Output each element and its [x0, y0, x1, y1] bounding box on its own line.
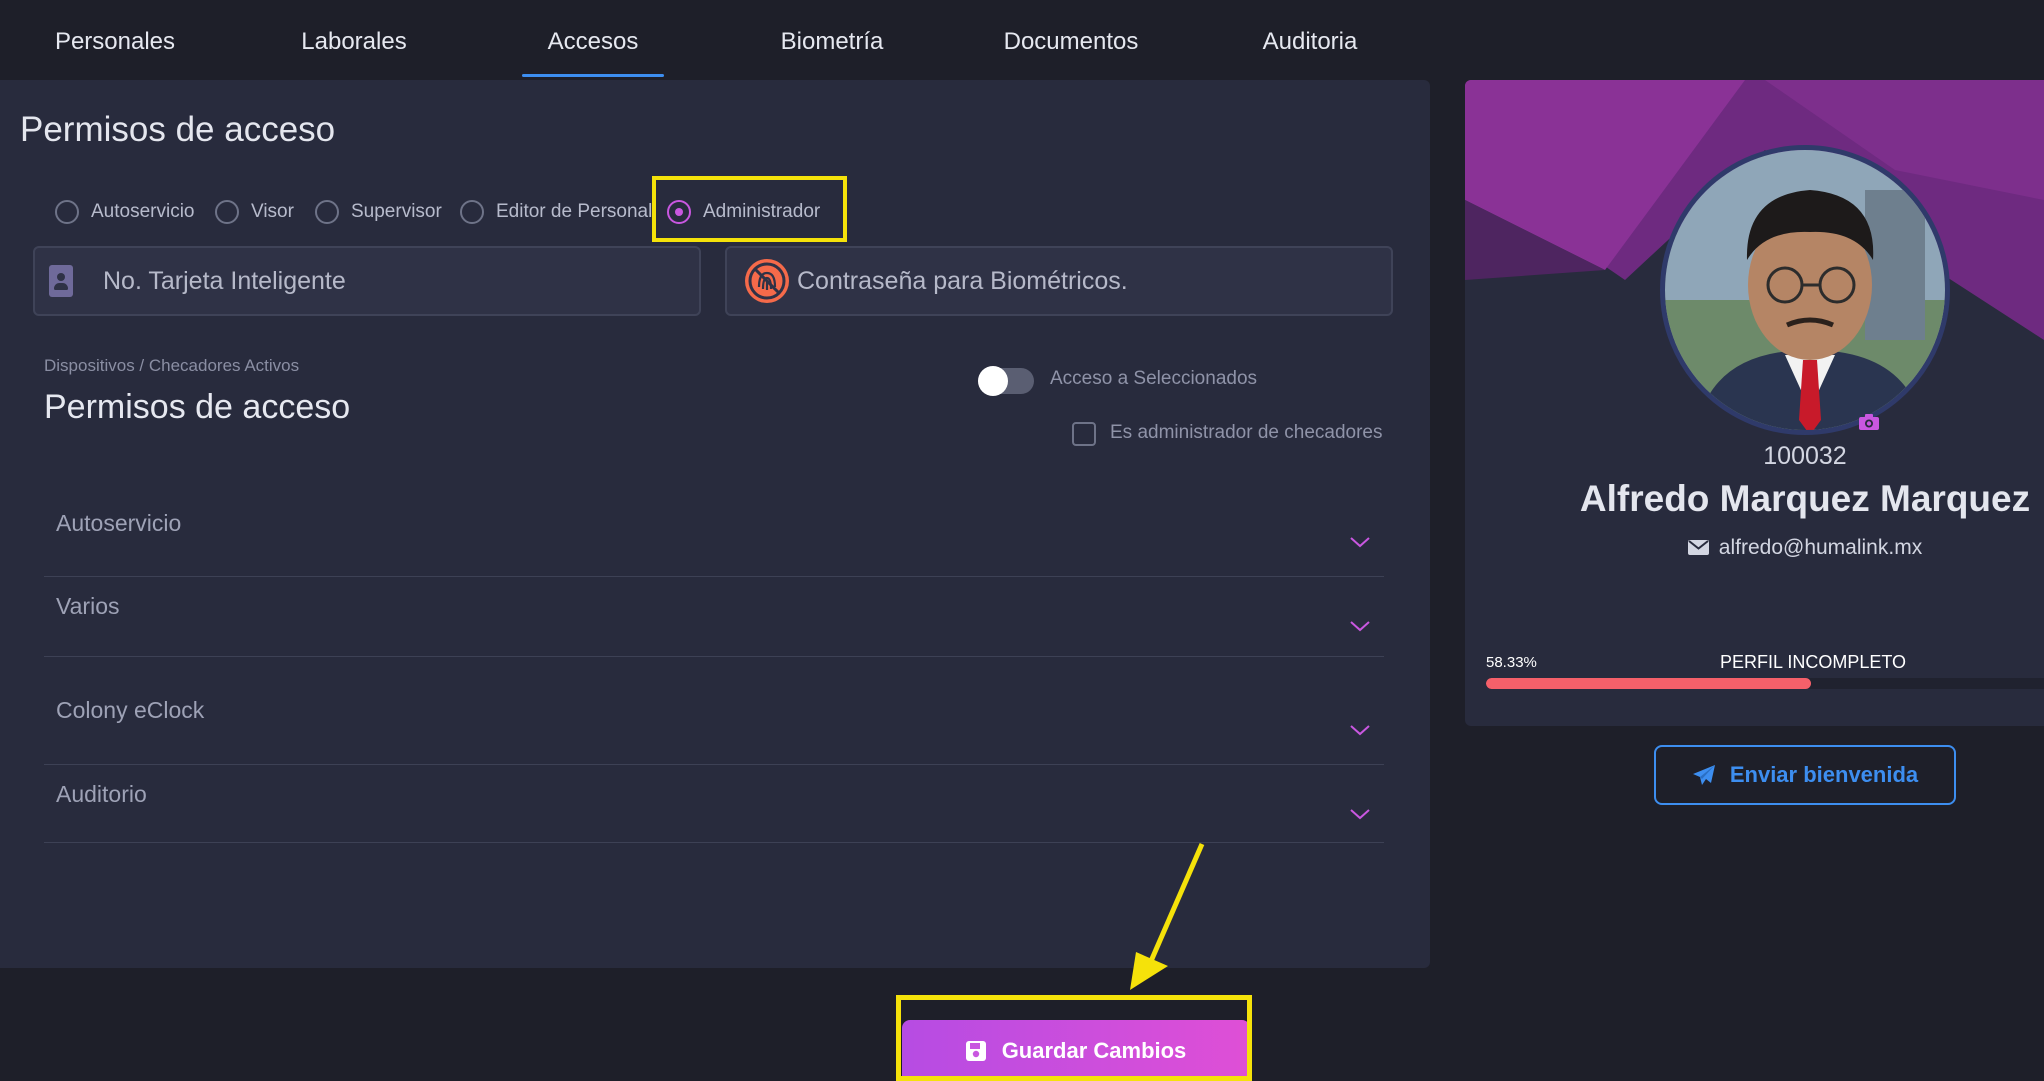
accordion-label: Autoservicio: [56, 510, 182, 536]
accordion-auditorio[interactable]: Auditorio: [44, 765, 1384, 843]
tab-laborales[interactable]: Laborales: [244, 28, 464, 56]
profile-status: PERFIL INCOMPLETO: [1720, 652, 1907, 672]
tab-documentos[interactable]: Documentos: [961, 28, 1181, 56]
access-selected-toggle[interactable]: [978, 366, 1034, 396]
accordion-label: Auditorio: [56, 781, 147, 807]
employee-email: alfredo@humalink.mx: [1718, 536, 1923, 559]
paper-plane-icon: [1692, 765, 1715, 785]
accordion-autoservicio[interactable]: Autoservicio: [44, 480, 1384, 577]
role-radio-editor-de-personal[interactable]: Editor de Personal: [460, 192, 652, 232]
id-badge-icon: [49, 265, 73, 297]
email-row: alfredo@humalink.mx: [1465, 536, 2044, 560]
floppy-disk-icon: [965, 1040, 986, 1061]
tab-biometria[interactable]: Biometría: [722, 28, 942, 56]
tab-accesos[interactable]: Accesos: [483, 28, 703, 56]
annotation-arrow: [1130, 843, 1205, 990]
role-label: Editor de Personal: [496, 201, 653, 222]
role-label: Supervisor: [351, 201, 442, 222]
radio-circle: [460, 200, 484, 224]
profile-progress-bar: [1486, 678, 2044, 689]
accordion-varios[interactable]: Varios: [44, 577, 1384, 657]
checker-admin-checkbox[interactable]: [1072, 422, 1096, 446]
fingerprint-disabled-icon: [745, 259, 789, 303]
camera-icon[interactable]: [1858, 413, 1880, 431]
highlight-box: [652, 176, 847, 242]
checkbox-label: Es administrador de checadores: [1110, 422, 1383, 443]
accordion-colony-eclock[interactable]: Colony eClock: [44, 657, 1384, 765]
send-welcome-label: Enviar bienvenida: [1729, 762, 1919, 787]
role-label: Visor: [251, 201, 294, 222]
active-tab-indicator: [522, 74, 664, 77]
toggle-knob: [978, 366, 1008, 396]
role-radio-autoservicio[interactable]: Autoservicio: [55, 192, 195, 232]
save-changes-button[interactable]: Guardar Cambios: [902, 1020, 1250, 1081]
chevron-down-icon: [1350, 537, 1370, 548]
save-changes-label: Guardar Cambios: [1001, 1037, 1187, 1063]
chevron-down-icon: [1350, 621, 1370, 632]
employee-number: 100032: [1763, 442, 1847, 470]
employee-name: Alfredo Marquez Marquez: [1579, 478, 2031, 519]
devices-title: Permisos de acceso: [44, 388, 351, 426]
envelope-icon: [1687, 540, 1709, 555]
accordion-label: Varios: [56, 593, 120, 619]
role-radio-supervisor[interactable]: Supervisor: [315, 192, 442, 232]
chevron-down-icon: [1350, 809, 1370, 820]
chevron-down-icon: [1350, 725, 1370, 736]
role-label: Autoservicio: [91, 201, 195, 222]
breadcrumb: Dispositivos / Checadores Activos: [44, 356, 300, 375]
biometric-password-placeholder: Contraseña para Biométricos.: [797, 266, 1128, 295]
tab-auditoria[interactable]: Auditoria: [1200, 28, 1420, 56]
radio-circle: [55, 200, 79, 224]
accordion-label: Colony eClock: [56, 697, 205, 723]
smart-card-placeholder: No. Tarjeta Inteligente: [103, 266, 346, 295]
radio-circle: [215, 200, 239, 224]
page-title: Permisos de acceso: [20, 110, 336, 149]
avatar-photo: [1665, 150, 1945, 430]
tab-personales[interactable]: Personales: [5, 28, 225, 56]
send-welcome-button[interactable]: Enviar bienvenida: [1654, 745, 1956, 805]
radio-circle: [315, 200, 339, 224]
profile-progress-percent: 58.33%: [1486, 654, 1537, 671]
biometric-password-input[interactable]: Contraseña para Biométricos.: [725, 246, 1393, 316]
role-radio-visor[interactable]: Visor: [215, 192, 294, 232]
avatar[interactable]: [1660, 145, 1950, 435]
tab-bar: Personales Laborales Accesos Biometría D…: [0, 0, 1430, 80]
profile-progress-fill: [1486, 678, 1812, 689]
smart-card-input[interactable]: No. Tarjeta Inteligente: [33, 246, 701, 316]
toggle-label: Acceso a Seleccionados: [1050, 368, 1258, 389]
